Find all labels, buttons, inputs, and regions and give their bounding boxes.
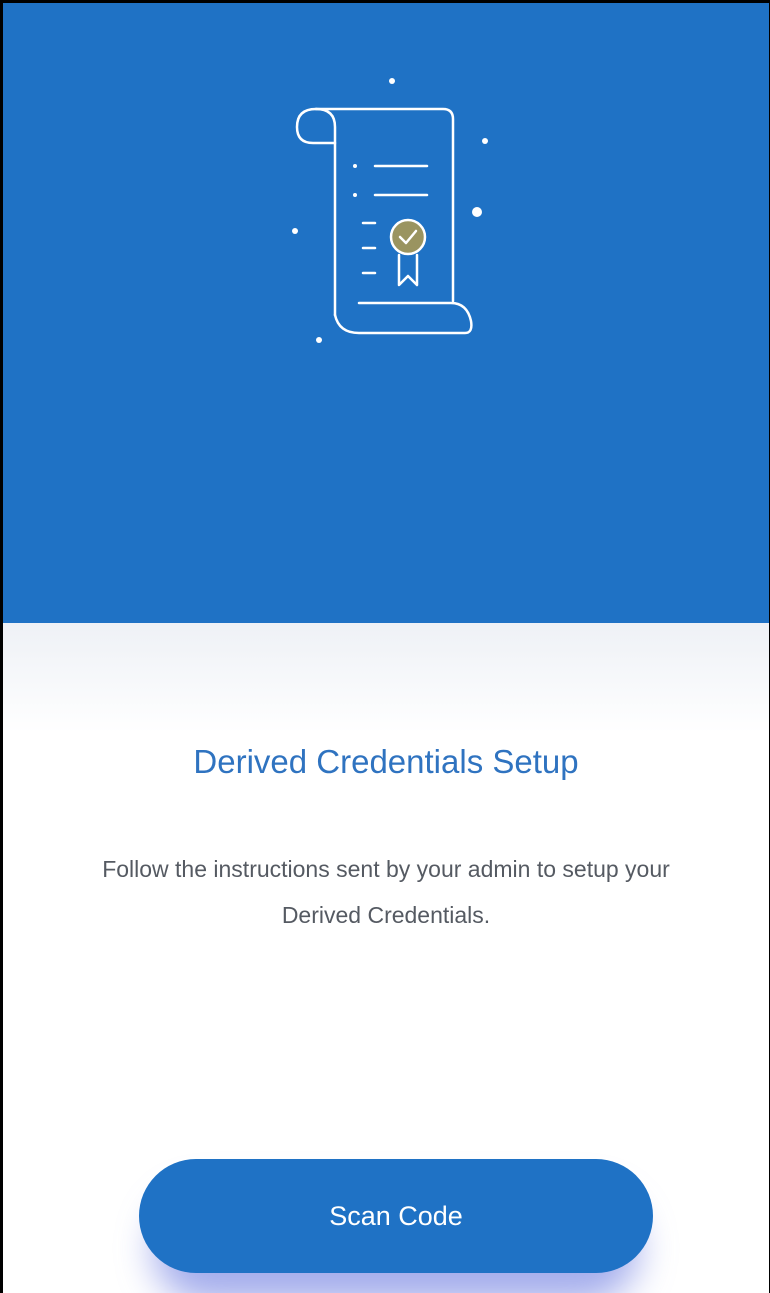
hero-divider-shadow <box>3 623 769 733</box>
instructions-text: Follow the instructions sent by your adm… <box>102 856 670 928</box>
setup-screen: Derived Credentials Setup Follow the ins… <box>0 0 770 1293</box>
award-ribbon-check-icon <box>389 218 427 256</box>
hero-banner <box>3 3 769 623</box>
certificate-scroll-icon <box>292 78 488 343</box>
scan-code-button[interactable]: Scan Code <box>139 1159 653 1273</box>
page-title: Derived Credentials Setup <box>193 743 579 780</box>
